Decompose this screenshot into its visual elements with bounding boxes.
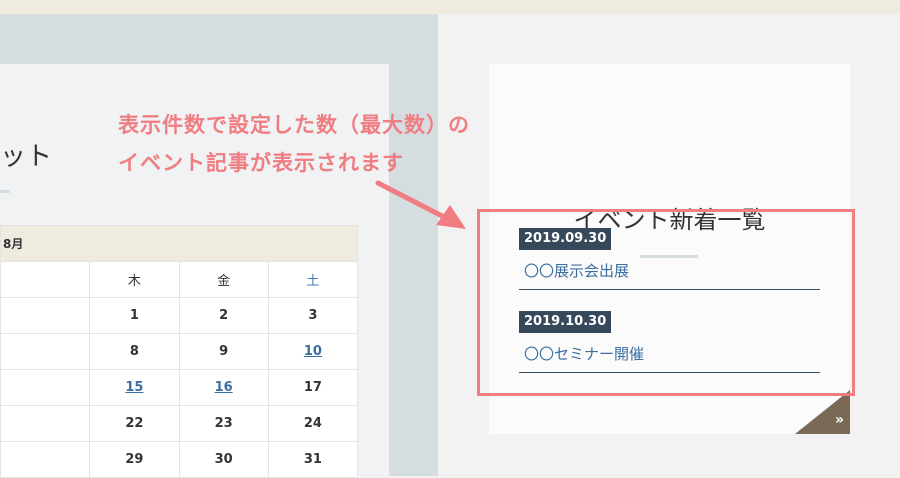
calendar-day: 1: [89, 297, 180, 334]
calendar-week-row: 15 16 17: [0, 369, 359, 406]
calendar-day-cell: 16: [178, 369, 269, 406]
calendar-day: 31: [267, 441, 359, 478]
calendar-day: [0, 369, 91, 406]
calendar-day: [0, 333, 91, 370]
annotation-line: 表示件数で設定した数（最大数）の: [118, 113, 470, 137]
calendar-day: 23: [178, 405, 269, 442]
arrow-shaft: [375, 180, 451, 222]
annotation-highlight-box: [477, 209, 855, 396]
calendar-day: 9: [178, 333, 269, 370]
calendar-week-row: 8 9 10: [0, 333, 359, 370]
top-band: [0, 0, 900, 14]
calendar-day: [0, 441, 91, 478]
weekday-header: 金: [178, 261, 269, 298]
weekday-header: [0, 261, 91, 298]
calendar-day: 22: [89, 405, 180, 442]
calendar-day: [0, 297, 91, 334]
calendar-day-event-link[interactable]: 10: [304, 344, 322, 359]
calendar-day: 2: [178, 297, 269, 334]
weekday-header: 木: [89, 261, 180, 298]
calendar-day: 24: [267, 405, 359, 442]
calendar-day-cell: 10: [267, 333, 359, 370]
more-events-corner-button[interactable]: »: [795, 390, 850, 434]
calendar-day-event-link[interactable]: 15: [125, 380, 143, 395]
calendar-day: 8: [89, 333, 180, 370]
event-calendar: 8月 木 金 土 1 2 3 8 9 10 15 16 17 22 23 24 …: [0, 225, 359, 478]
double-chevron-right-icon: »: [835, 412, 844, 428]
calendar-day: 3: [267, 297, 359, 334]
calendar-widget-title: ット: [0, 142, 53, 172]
calendar-day-event-link[interactable]: 16: [215, 380, 233, 395]
weekday-header-saturday: 土: [267, 261, 359, 298]
calendar-week-row: 22 23 24: [0, 405, 359, 442]
annotation-callout: 表示件数で設定した数（最大数）の イベント記事が表示されます: [118, 106, 470, 182]
calendar-day-cell: 15: [89, 369, 180, 406]
annotation-arrow-icon: [375, 180, 466, 229]
calendar-day: 17: [267, 369, 359, 406]
calendar-day: 29: [89, 441, 180, 478]
calendar-week-row: 29 30 31: [0, 441, 359, 478]
calendar-day: [0, 405, 91, 442]
calendar-month-label: 8月: [0, 225, 358, 262]
calendar-week-row: 1 2 3: [0, 297, 359, 334]
calendar-day: 30: [178, 441, 269, 478]
calendar-title-underline: [0, 190, 10, 193]
